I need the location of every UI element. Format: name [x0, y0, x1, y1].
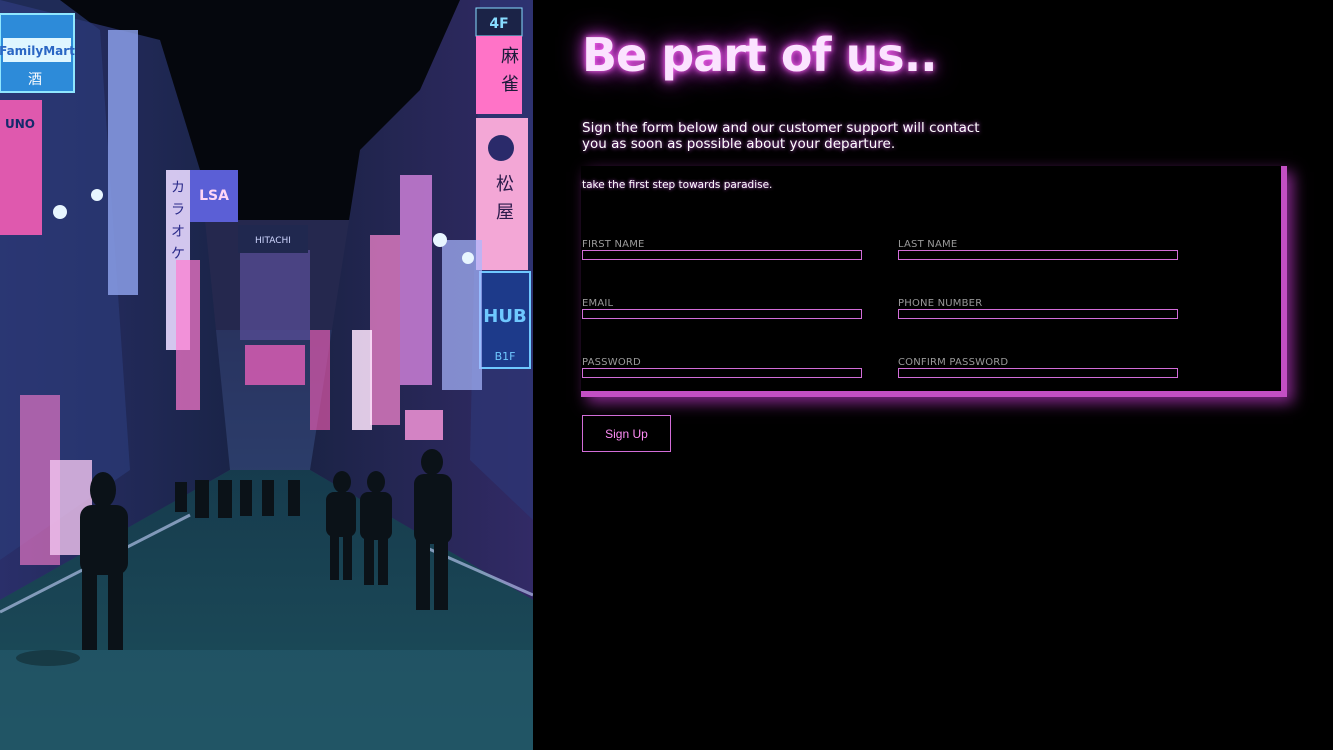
phone-label: PHONE NUMBER — [898, 298, 983, 309]
svg-text:酒: 酒 — [28, 72, 42, 88]
password-group: PASSWORD — [582, 357, 862, 378]
svg-text:HUB: HUB — [483, 306, 526, 327]
signup-panel: Be part of us.. Sign the form below and … — [533, 0, 1333, 750]
svg-text:屋: 屋 — [496, 202, 514, 223]
sign-up-button[interactable]: Sign Up — [582, 415, 671, 452]
email-label: EMAIL — [582, 298, 614, 309]
phone-input[interactable] — [898, 309, 1178, 319]
svg-text:UNO: UNO — [5, 117, 35, 131]
svg-text:オ: オ — [171, 224, 185, 240]
intro-text: Sign the form below and our customer sup… — [582, 120, 980, 152]
last-name-group: LAST NAME — [898, 239, 1178, 260]
svg-text:雀: 雀 — [501, 74, 519, 95]
svg-text:カ: カ — [171, 180, 185, 196]
last-name-label: LAST NAME — [898, 239, 958, 250]
email-input[interactable] — [582, 309, 862, 319]
svg-text:松: 松 — [496, 174, 514, 195]
first-name-label: FIRST NAME — [582, 239, 645, 250]
svg-text:麻: 麻 — [501, 46, 519, 67]
hero-street-photo: FamilyMart 酒 UNO カ ラ オ ケ LSA HITACHI 4F … — [0, 0, 533, 750]
svg-text:4F: 4F — [489, 16, 508, 32]
email-group: EMAIL — [582, 298, 862, 319]
page-title: Be part of us.. — [582, 28, 938, 82]
password-input[interactable] — [582, 368, 862, 378]
neon-street-illustration: FamilyMart 酒 UNO カ ラ オ ケ LSA HITACHI 4F … — [0, 0, 533, 750]
phone-group: PHONE NUMBER — [898, 298, 1178, 319]
svg-text:HITACHI: HITACHI — [255, 236, 291, 246]
first-name-input[interactable] — [582, 250, 862, 260]
last-name-input[interactable] — [898, 250, 1178, 260]
tagline: take the first step towards paradise. — [582, 179, 773, 191]
first-name-group: FIRST NAME — [582, 239, 862, 260]
svg-text:B1F: B1F — [495, 350, 516, 363]
confirm-password-label: CONFIRM PASSWORD — [898, 357, 1009, 368]
password-label: PASSWORD — [582, 357, 641, 368]
confirm-password-input[interactable] — [898, 368, 1178, 378]
svg-text:ケ: ケ — [171, 246, 185, 262]
confirm-password-group: CONFIRM PASSWORD — [898, 357, 1178, 378]
svg-text:FamilyMart: FamilyMart — [0, 44, 75, 58]
svg-text:LSA: LSA — [199, 188, 229, 204]
svg-text:ラ: ラ — [171, 202, 185, 218]
signup-page: FamilyMart 酒 UNO カ ラ オ ケ LSA HITACHI 4F … — [0, 0, 1333, 750]
